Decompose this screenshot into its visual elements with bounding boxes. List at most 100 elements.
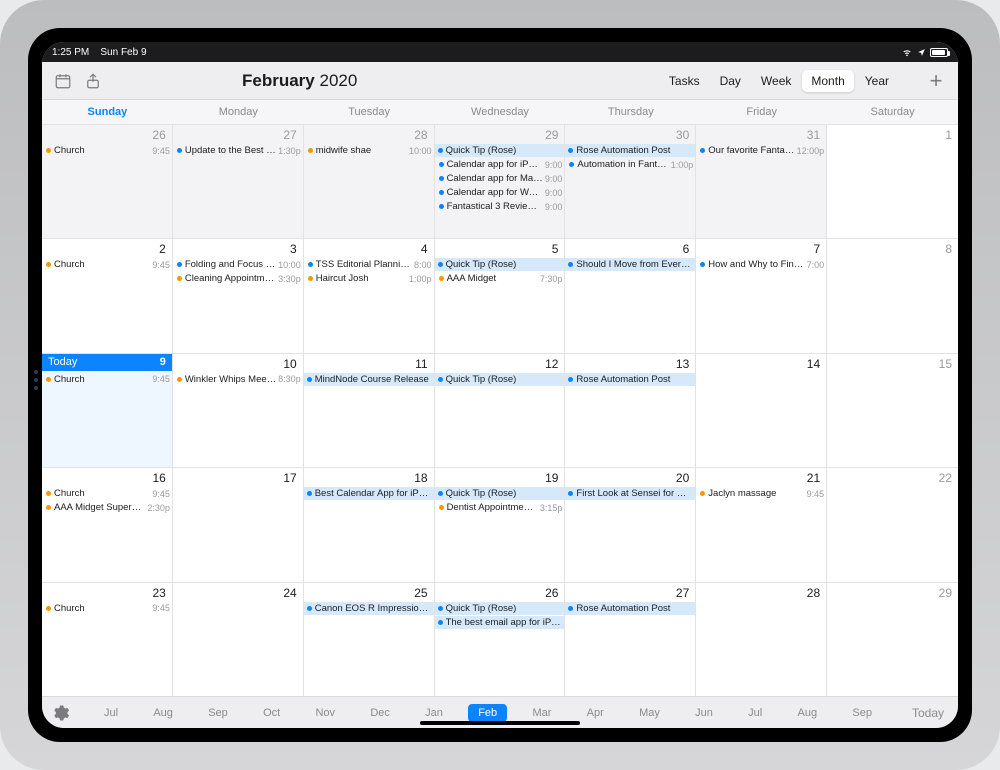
event-item[interactable]: Folding and Focus Mode (10:00 — [173, 258, 303, 271]
event-item[interactable]: Dentist Appointment Josh3:15p — [435, 501, 565, 514]
event-item[interactable]: AAA Midget Supervision?2:30p — [42, 501, 172, 514]
view-tab-tasks[interactable]: Tasks — [660, 70, 709, 92]
day-cell[interactable]: 31Our favorite Fantastical 312:00p — [696, 124, 827, 238]
day-cell[interactable]: 27Update to the Best Mind M1:30p — [173, 124, 304, 238]
event-item[interactable]: Cleaning Appointment (Jos3:30p — [173, 272, 303, 285]
view-switcher[interactable]: TasksDayWeekMonthYear — [660, 70, 898, 92]
event-item[interactable]: Rose Automation Post — [565, 373, 695, 386]
month-timeline[interactable]: Jul Aug Sep Oct Nov Dec Jan Feb Mar Apr May Jun Jul A… — [74, 704, 902, 722]
event-item[interactable]: The best email app for iPhone (Mi — [435, 616, 565, 629]
day-cell[interactable]: Today9Church9:45 — [42, 353, 173, 467]
event-item[interactable]: Update to the Best Mind M1:30p — [173, 144, 303, 157]
event-item[interactable]: Church9:45 — [42, 144, 172, 157]
timeline-month[interactable]: Apr — [577, 704, 614, 722]
event-item[interactable]: Calendar app for Mac updat9:00 — [435, 172, 565, 185]
timeline-month[interactable]: Sep — [198, 704, 238, 722]
day-cell[interactable]: 29Quick Tip (Rose)Calendar app for iPhon… — [435, 124, 566, 238]
event-item[interactable]: Fantastical 3 Review (Rose)9:00 — [435, 200, 565, 213]
event-item[interactable]: Quick Tip (Rose) — [435, 373, 565, 386]
share-icon[interactable] — [82, 70, 104, 92]
day-cell[interactable]: 28 — [696, 582, 827, 696]
event-item[interactable]: Church9:45 — [42, 258, 172, 271]
timeline-month[interactable]: Aug — [143, 704, 183, 722]
day-cell[interactable]: 2Church9:45 — [42, 238, 173, 352]
event-item[interactable]: Should I Move from Evernote to N — [565, 258, 695, 271]
timeline-month[interactable]: Jun — [685, 704, 723, 722]
event-item[interactable]: How and Why to Find the Ti7:00 — [696, 258, 826, 271]
day-cell[interactable]: 8 — [827, 238, 958, 352]
event-item[interactable]: Calendar app for Watch Upd9:00 — [435, 186, 565, 199]
event-item[interactable]: AAA Midget7:30p — [435, 272, 565, 285]
month-grid[interactable]: 26Church9:4527Update to the Best Mind M1… — [42, 124, 958, 696]
day-cell[interactable]: 5Quick Tip (Rose)AAA Midget7:30p — [435, 238, 566, 352]
event-item[interactable]: Best Calendar App for iPad (Josh) — [304, 487, 434, 500]
day-cell[interactable]: 7How and Why to Find the Ti7:00 — [696, 238, 827, 352]
day-cell[interactable]: 12Quick Tip (Rose) — [435, 353, 566, 467]
event-item[interactable]: Quick Tip (Rose) — [435, 258, 565, 271]
calendar-icon[interactable] — [52, 70, 74, 92]
event-item[interactable]: TSS Editorial Planning Call8:00 — [304, 258, 434, 271]
today-button[interactable]: Today — [906, 706, 950, 720]
day-cell[interactable]: 24 — [173, 582, 304, 696]
day-cell[interactable]: 30Rose Automation PostAutomation in Fant… — [565, 124, 696, 238]
event-item[interactable]: Church9:45 — [42, 487, 172, 500]
event-item[interactable]: Our favorite Fantastical 312:00p — [696, 144, 826, 157]
event-item[interactable]: Automation in Fantastical 31:00p — [565, 158, 695, 171]
day-cell[interactable]: 6Should I Move from Evernote to N — [565, 238, 696, 352]
day-cell[interactable]: 28midwife shae10:00 — [304, 124, 435, 238]
event-item[interactable]: First Look at Sensei for Mac (Mari — [565, 487, 695, 500]
day-cell[interactable]: 17 — [173, 467, 304, 581]
day-cell[interactable]: 18Best Calendar App for iPad (Josh) — [304, 467, 435, 581]
event-item[interactable]: midwife shae10:00 — [304, 144, 434, 157]
add-event-button[interactable]: + — [924, 68, 948, 94]
event-item[interactable]: Canon EOS R Impressions (Josh) — [304, 602, 434, 615]
event-item[interactable]: Calendar app for iPhone Up9:00 — [435, 158, 565, 171]
day-cell[interactable]: 3Folding and Focus Mode (10:00Cleaning A… — [173, 238, 304, 352]
day-cell[interactable]: 15 — [827, 353, 958, 467]
event-item[interactable]: Rose Automation Post — [565, 144, 695, 157]
timeline-month[interactable]: Mar — [522, 704, 561, 722]
timeline-month[interactable]: May — [629, 704, 670, 722]
timeline-month[interactable]: Jul — [94, 704, 128, 722]
day-cell[interactable]: 29 — [827, 582, 958, 696]
timeline-month[interactable]: Oct — [253, 704, 290, 722]
timeline-month[interactable]: Sep — [842, 704, 882, 722]
day-cell[interactable]: 19Quick Tip (Rose)Dentist Appointment Jo… — [435, 467, 566, 581]
event-item[interactable]: Quick Tip (Rose) — [435, 602, 565, 615]
view-tab-week[interactable]: Week — [752, 70, 800, 92]
day-cell[interactable]: 4TSS Editorial Planning Call8:00Haircut … — [304, 238, 435, 352]
view-tab-day[interactable]: Day — [711, 70, 750, 92]
day-cell[interactable]: 26Church9:45 — [42, 124, 173, 238]
day-cell[interactable]: 27Rose Automation Post — [565, 582, 696, 696]
event-item[interactable]: Jaclyn massage9:45 — [696, 487, 826, 500]
settings-gear-icon[interactable] — [50, 703, 70, 723]
day-cell[interactable]: 13Rose Automation Post — [565, 353, 696, 467]
day-cell[interactable]: 20First Look at Sensei for Mac (Mari — [565, 467, 696, 581]
timeline-month[interactable]: Jul — [738, 704, 772, 722]
timeline-month[interactable]: Nov — [305, 704, 345, 722]
event-item[interactable]: Quick Tip (Rose) — [435, 144, 565, 157]
day-cell[interactable]: 22 — [827, 467, 958, 581]
day-cell[interactable]: 11MindNode Course Release — [304, 353, 435, 467]
home-indicator[interactable] — [420, 721, 580, 725]
day-cell[interactable]: 25Canon EOS R Impressions (Josh) — [304, 582, 435, 696]
day-cell[interactable]: 23Church9:45 — [42, 582, 173, 696]
event-item[interactable]: Church9:45 — [42, 602, 172, 615]
timeline-month[interactable]: Aug — [788, 704, 828, 722]
event-item[interactable]: Winkler Whips Meeting8:30p — [173, 373, 303, 386]
event-item[interactable]: Quick Tip (Rose) — [435, 487, 565, 500]
day-cell[interactable]: 26Quick Tip (Rose)The best email app for… — [435, 582, 566, 696]
timeline-month[interactable]: Dec — [360, 704, 400, 722]
day-cell[interactable]: 21Jaclyn massage9:45 — [696, 467, 827, 581]
timeline-month[interactable]: Feb — [468, 704, 507, 722]
day-cell[interactable]: 14 — [696, 353, 827, 467]
day-cell[interactable]: 10Winkler Whips Meeting8:30p — [173, 353, 304, 467]
event-item[interactable]: MindNode Course Release — [304, 373, 434, 386]
view-tab-year[interactable]: Year — [856, 70, 898, 92]
timeline-month[interactable]: Jan — [415, 704, 453, 722]
day-cell[interactable]: 1 — [827, 124, 958, 238]
view-tab-month[interactable]: Month — [802, 70, 853, 92]
event-item[interactable]: Church9:45 — [42, 373, 172, 386]
event-item[interactable]: Rose Automation Post — [565, 602, 695, 615]
event-item[interactable]: Haircut Josh1:00p — [304, 272, 434, 285]
